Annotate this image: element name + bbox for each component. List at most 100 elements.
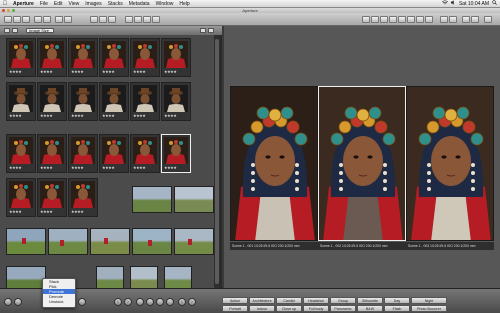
keyword-button-b-w[interactable]: B&W (357, 305, 383, 312)
rating-up-button[interactable] (156, 298, 164, 306)
landscape-thumbnail[interactable] (90, 228, 130, 255)
forward-button[interactable]: › (188, 298, 196, 306)
print-button[interactable] (64, 16, 72, 23)
grid-view-button[interactable] (4, 28, 10, 33)
loupe-view-button[interactable] (152, 16, 160, 23)
wifi-icon[interactable] (441, 0, 449, 7)
keyword-button-candid[interactable]: Candid (276, 297, 302, 304)
viewer-image-3[interactable] (406, 86, 494, 241)
keyword-button-photo-bouncer[interactable]: Photo Bouncer (411, 305, 447, 312)
thumbnail[interactable]: ★★★★ (99, 82, 129, 121)
zoom-button[interactable] (78, 298, 86, 306)
rating-stars[interactable]: ★★★★ (71, 209, 84, 214)
rating-stars[interactable]: ★★★★ (40, 113, 53, 118)
rotate-right-button[interactable] (99, 16, 107, 23)
straighten-tool-button[interactable] (380, 16, 388, 23)
rating-stars[interactable]: ★★★★ (71, 113, 84, 118)
thumbnail[interactable]: ★★★★ (68, 38, 98, 77)
rating-stars[interactable]: ★★★★ (9, 209, 22, 214)
keyword-button-group[interactable]: Group (330, 297, 356, 304)
thumbnail[interactable]: ★★★★ (130, 134, 160, 173)
split-view-button[interactable] (134, 16, 142, 23)
redeye-tool-button[interactable] (407, 16, 415, 23)
landscape-thumbnail[interactable] (6, 228, 46, 255)
rating-stars[interactable]: ★★★★ (9, 165, 22, 170)
rating-stars[interactable]: ★★★★ (102, 69, 115, 74)
selection-tool-button[interactable] (362, 16, 370, 23)
thumbnail[interactable]: ★★★★ (130, 38, 160, 77)
rating-stars[interactable]: ★★★★ (9, 113, 22, 118)
thumbnail[interactable]: ★★★★ (6, 82, 36, 121)
new-project-button[interactable] (4, 16, 12, 23)
rating-stars[interactable]: ★★★★ (164, 69, 177, 74)
keyword-button-portrait[interactable]: Portrait (222, 305, 248, 312)
landscape-thumbnail[interactable] (48, 228, 88, 255)
landscape-thumbnail[interactable] (174, 186, 214, 213)
volume-icon[interactable] (450, 0, 456, 7)
adjustments-button[interactable] (462, 16, 470, 23)
menu-metadata[interactable]: Metadata (126, 1, 153, 7)
viewer-image-1[interactable] (230, 86, 318, 241)
menu-clock[interactable]: Sat 10:04 AM (459, 1, 489, 7)
thumbnail[interactable]: ★★★★ (6, 38, 36, 77)
keyword-button-night[interactable]: Night (411, 297, 447, 304)
rating-stars[interactable]: ★★★★ (71, 165, 84, 170)
fullscreen-button[interactable] (484, 16, 492, 23)
thumbnail[interactable]: ★★★★ (37, 134, 67, 173)
menu-view[interactable]: View (66, 1, 83, 7)
keyword-button-headshot[interactable]: Headshot (303, 297, 329, 304)
select-button[interactable] (166, 298, 174, 306)
spot-patch-tool-button[interactable] (416, 16, 424, 23)
back-button[interactable]: ‹ (178, 298, 186, 306)
crop-tool-button[interactable] (371, 16, 379, 23)
popup-item-unstack[interactable]: Unstack (43, 299, 75, 304)
lift-tool-button[interactable] (389, 16, 397, 23)
viewer-image-2[interactable] (318, 86, 406, 241)
keyword-button-panoramic[interactable]: Panoramic (330, 305, 356, 312)
landscape-thumbnail[interactable] (132, 228, 172, 255)
keyword-button-flash[interactable]: Flash (384, 305, 410, 312)
filter-button[interactable] (208, 28, 214, 33)
zoom-window-icon[interactable] (12, 9, 15, 12)
email-button[interactable] (55, 16, 63, 23)
thumbnail[interactable]: ★★★★ (161, 38, 191, 77)
thumbnail[interactable]: ★★★★ (161, 134, 191, 173)
stack-button[interactable] (108, 16, 116, 23)
inspector-toggle-button[interactable] (14, 298, 22, 306)
rating-stars[interactable]: ★★★★ (9, 69, 22, 74)
menu-file[interactable]: File (37, 1, 51, 7)
rating-stars[interactable]: ★★★★ (133, 69, 146, 74)
keyword-button-action[interactable]: Action (222, 297, 248, 304)
keyword-button-day[interactable]: Day (384, 297, 410, 304)
thumbnail[interactable]: ★★★★ (37, 38, 67, 77)
keyword-button-close-up[interactable]: Close up (276, 305, 302, 312)
lift-stamp-button[interactable] (440, 16, 448, 23)
rating-down-button[interactable] (146, 298, 154, 306)
thumbnail[interactable]: ★★★★ (99, 38, 129, 77)
thumbnail[interactable]: ★★★★ (37, 82, 67, 121)
menu-images[interactable]: Images (82, 1, 104, 7)
rating-stars[interactable]: ★★★★ (133, 165, 146, 170)
multi-view-button[interactable] (143, 16, 151, 23)
stamp-tool-button[interactable] (398, 16, 406, 23)
loupe-tool-button[interactable] (425, 16, 433, 23)
thumbnail[interactable]: ★★★★ (68, 82, 98, 121)
keyword-button-full-body[interactable]: Full body (303, 305, 329, 312)
menu-stacks[interactable]: Stacks (105, 1, 126, 7)
export-button[interactable] (43, 16, 51, 23)
import-button[interactable] (34, 16, 42, 23)
landscape-thumbnail[interactable] (174, 228, 214, 255)
rating-stars[interactable]: ★★★★ (164, 113, 177, 118)
viewer-mode-button[interactable] (125, 16, 133, 23)
thumbnail[interactable]: ★★★★ (130, 82, 160, 121)
thumbnail[interactable]: ★★★★ (6, 178, 36, 217)
projects-toggle-button[interactable] (4, 298, 12, 306)
thumbnail[interactable]: ★★★★ (161, 82, 191, 121)
list-view-button[interactable] (12, 28, 18, 33)
keyword-button-architecture[interactable]: Architecture (249, 297, 275, 304)
scrollbar-thumb[interactable] (215, 39, 219, 284)
rating-stars[interactable]: ★★★★ (102, 165, 115, 170)
rating-stars[interactable]: ★★★★ (133, 113, 146, 118)
sort-popup[interactable]: Image Size (26, 28, 54, 33)
thumbnail[interactable]: ★★★★ (37, 178, 67, 217)
